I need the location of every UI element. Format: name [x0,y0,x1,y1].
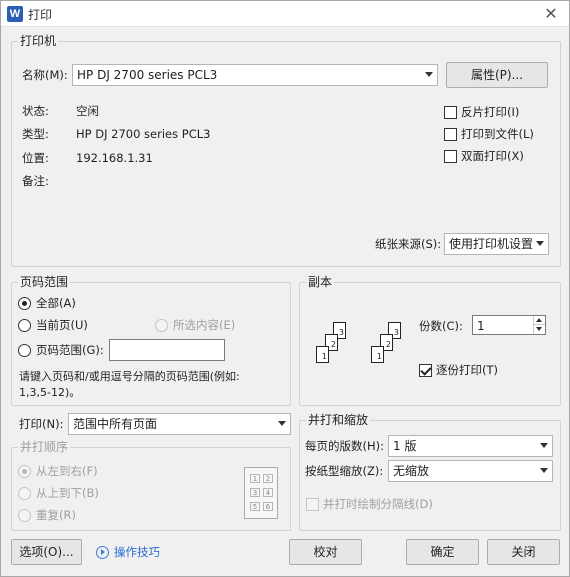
play-circle-icon[interactable] [96,546,109,559]
comment-label: 备注: [22,174,49,188]
top-to-bottom-radio[interactable] [18,487,31,500]
preview-cell: 2 [263,474,273,483]
collate-order-preview: 1 2 3 4 5 6 [244,467,278,519]
paper-source-select[interactable]: 使用打印机设置 [444,233,549,255]
spin-down-icon[interactable] [533,325,545,334]
scale-value: 无缩放 [393,464,430,478]
left-to-right-label[interactable]: 从左到右(F) [36,464,98,479]
range-all-label[interactable]: 全部(A) [36,296,76,311]
copies-count-value: 1 [477,319,485,333]
printer-name-select[interactable]: HP DJ 2700 series PCL3 [72,64,438,86]
copies-count-label: 份数(C): [419,319,463,333]
scale-select[interactable]: 无缩放 [388,460,553,482]
print-to-file-label[interactable]: 打印到文件(L) [461,127,534,142]
reverse-print-checkbox[interactable] [444,106,457,119]
repeat-label[interactable]: 重复(R) [36,508,76,523]
print-what-select[interactable]: 范围中所有页面 [68,413,291,435]
printer-name-value: HP DJ 2700 series PCL3 [77,68,218,82]
proof-button[interactable]: 校对 [289,539,362,565]
pages-per-sheet-label: 每页的版数(H): [305,439,384,453]
preview-cell: 1 [250,474,260,483]
copies-count-spinner[interactable]: 1 [472,315,546,335]
collate-checkbox[interactable] [419,364,432,377]
repeat-radio[interactable] [18,509,31,522]
page-range-hint-line2: 1,3,5-12)。 [19,386,81,399]
status-value: 空闲 [76,104,99,118]
draw-borders-label[interactable]: 并打时绘制分隔线(D) [323,497,433,512]
chevron-down-icon [540,468,548,473]
title-bar: W 打印 ✕ [1,1,569,27]
preview-cell: 6 [263,502,273,511]
type-value: HP DJ 2700 series PCL3 [76,127,211,141]
pages-per-sheet-value: 1 版 [393,439,417,453]
range-current-label[interactable]: 当前页(U) [36,318,88,333]
scale-label: 按纸型缩放(Z): [305,464,384,478]
options-button[interactable]: 选项(O)... [11,539,82,565]
preview-cell: 5 [250,502,260,511]
print-what-label: 打印(N): [19,417,64,431]
page-range-group-title: 页码范围 [18,275,71,290]
page-range-hint-line1: 请键入页码和/或用逗号分隔的页码范围(例如: [19,370,240,383]
duplex-label[interactable]: 双面打印(X) [461,149,524,164]
location-value: 192.168.1.31 [76,151,153,165]
location-label: 位置: [22,151,49,165]
preview-cell: 3 [250,488,260,497]
close-icon[interactable]: ✕ [541,4,561,24]
chevron-down-icon [536,241,544,246]
printer-name-label: 名称(M): [22,68,68,82]
print-to-file-checkbox[interactable] [444,128,457,141]
window-title: 打印 [28,8,53,22]
pages-per-sheet-select[interactable]: 1 版 [388,435,553,457]
chevron-down-icon [278,421,286,426]
chevron-down-icon [425,72,433,77]
print-dialog: W 打印 ✕ 打印机 名称(M): HP DJ 2700 series PCL3… [0,0,570,577]
ok-button[interactable]: 确定 [406,539,479,565]
spin-up-icon[interactable] [533,316,545,325]
top-to-bottom-label[interactable]: 从上到下(B) [36,486,99,501]
reverse-print-label[interactable]: 反片打印(I) [461,105,519,120]
close-button[interactable]: 关闭 [487,539,560,565]
chevron-down-icon [540,443,548,448]
zoom-group-title: 并打和缩放 [306,413,371,428]
left-to-right-radio[interactable] [18,465,31,478]
print-what-value: 范围中所有页面 [73,417,158,431]
tips-link[interactable]: 操作技巧 [114,545,160,560]
wps-writer-icon: W [7,6,23,22]
range-pages-label[interactable]: 页码范围(G): [36,343,104,358]
page-range-input[interactable] [109,339,225,361]
paper-source-value: 使用打印机设置 [449,237,534,251]
preview-cell: 4 [263,488,273,497]
page-icon: 1 [371,346,384,363]
range-pages-radio[interactable] [18,344,31,357]
copies-group: 副本 [299,275,561,406]
page-icon: 1 [316,346,329,363]
printer-group-title: 打印机 [18,34,59,49]
collate-order-group-title: 并打顺序 [18,440,71,455]
collate-label[interactable]: 逐份打印(T) [436,363,498,378]
duplex-checkbox[interactable] [444,150,457,163]
type-label: 类型: [22,127,49,141]
range-selection-radio[interactable] [155,319,168,332]
draw-borders-checkbox[interactable] [306,498,319,511]
range-current-radio[interactable] [18,319,31,332]
copies-group-title: 副本 [306,275,335,290]
status-label: 状态: [22,104,49,118]
range-all-radio[interactable] [18,297,31,310]
range-selection-label[interactable]: 所选内容(E) [173,318,235,333]
properties-button[interactable]: 属性(P)... [446,62,548,88]
paper-source-label: 纸张来源(S): [375,237,442,251]
